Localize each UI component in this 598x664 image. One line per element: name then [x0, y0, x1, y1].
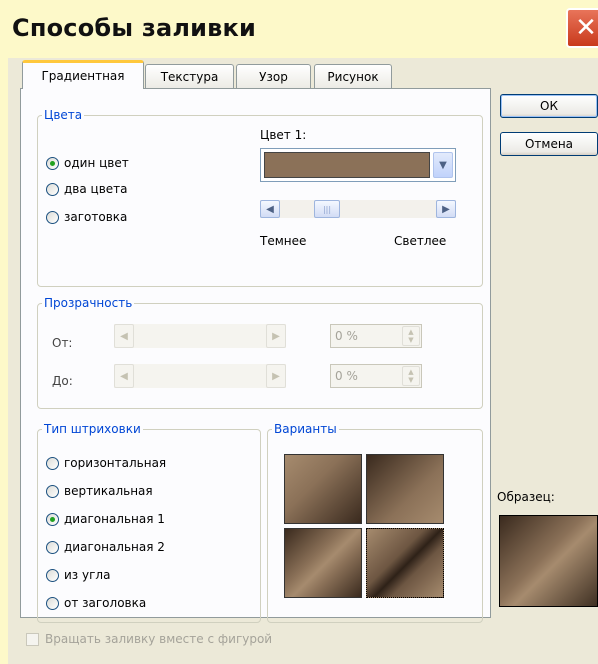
- radio-diagonal-down[interactable]: диагональная 2: [46, 540, 165, 554]
- radio-preset[interactable]: заготовка: [46, 210, 127, 224]
- radio-one-color[interactable]: один цвет: [46, 156, 129, 170]
- spin-arrows-icon: ▲ ▼: [402, 366, 420, 386]
- tab-pattern[interactable]: Узор: [236, 64, 311, 88]
- chevron-left-icon: ◀: [114, 324, 134, 348]
- color1-swatch: [264, 152, 430, 178]
- close-button[interactable]: ✕: [566, 8, 598, 48]
- from-slider: ◀ ▶: [114, 324, 286, 348]
- fill-effects-dialog: Градиентная Текстура Узор Рисунок Цвета …: [8, 58, 598, 664]
- shading-styles-group: Тип штриховки горизонтальная вертикальна…: [37, 421, 261, 623]
- radio-label: из угла: [64, 568, 111, 582]
- radio-button[interactable]: [46, 156, 59, 170]
- color1-label: Цвет 1:: [260, 128, 307, 142]
- radio-label: заготовка: [64, 210, 128, 224]
- chevron-left-icon: ◀: [114, 364, 134, 388]
- radio-button[interactable]: [46, 596, 59, 610]
- transparency-group-title: Прозрачность: [42, 295, 135, 311]
- tab-gradient[interactable]: Градиентная: [22, 60, 144, 89]
- window-title: Способы заливки: [12, 14, 257, 42]
- radio-label: два цвета: [64, 182, 128, 196]
- colors-group-title: Цвета: [42, 107, 85, 123]
- variants-group-title: Варианты: [272, 421, 339, 437]
- from-value: 0 %: [335, 329, 358, 343]
- transparency-group: Прозрачность От: ◀ ▶ 0 % ▲ ▼ До: ◀ ▶ 0 % …: [37, 295, 483, 409]
- from-spinner: 0 % ▲ ▼: [330, 324, 422, 348]
- rotate-fill-checkbox: Вращать заливку вместе с фигурой: [26, 632, 272, 646]
- variant-tile-1[interactable]: [284, 454, 362, 524]
- radio-label: диагональная 1: [64, 512, 165, 526]
- sample-label: Образец:: [497, 490, 555, 504]
- darker-label: Темнее: [260, 234, 307, 248]
- chevron-left-icon[interactable]: ◀: [260, 200, 280, 218]
- slider-thumb[interactable]: |||: [314, 200, 340, 218]
- radio-label: от заголовка: [64, 596, 147, 610]
- radio-vertical[interactable]: вертикальная: [46, 484, 153, 498]
- radio-button[interactable]: [46, 210, 59, 224]
- sample-preview: [499, 515, 598, 607]
- radio-button[interactable]: [46, 182, 59, 196]
- radio-button[interactable]: [46, 456, 59, 470]
- radio-label: один цвет: [64, 156, 129, 170]
- to-label: До:: [52, 374, 73, 388]
- close-icon: ✕: [575, 13, 597, 43]
- radio-diagonal-up[interactable]: диагональная 1: [46, 512, 165, 526]
- tab-label: Текстура: [160, 69, 219, 84]
- chevron-right-icon: ▶: [266, 364, 286, 388]
- from-label: От:: [52, 336, 73, 350]
- to-slider: ◀ ▶: [114, 364, 286, 388]
- shading-group-title: Тип штриховки: [42, 421, 143, 437]
- tab-label: Градиентная: [41, 69, 125, 83]
- radio-label: горизонтальная: [64, 456, 167, 470]
- radio-horizontal[interactable]: горизонтальная: [46, 456, 166, 470]
- radio-label: вертикальная: [64, 484, 153, 498]
- variants-group: Варианты: [267, 421, 483, 623]
- tab-panel: Цвета один цвет два цвета заготовка Цвет…: [20, 88, 491, 623]
- radio-button[interactable]: [46, 512, 59, 526]
- cancel-button[interactable]: Отмена: [500, 132, 598, 156]
- tab-label: Рисунок: [327, 69, 379, 84]
- chevron-right-icon[interactable]: ▶: [436, 200, 456, 218]
- radio-button[interactable]: [46, 540, 59, 554]
- chevron-right-icon: ▶: [266, 324, 286, 348]
- radio-from-corner[interactable]: из угла: [46, 568, 110, 582]
- chevron-down-icon[interactable]: ▼: [433, 152, 453, 178]
- title-bar: Способы заливки ✕: [0, 0, 598, 58]
- radio-button[interactable]: [46, 568, 59, 582]
- color1-select[interactable]: ▼: [260, 148, 456, 182]
- lighter-label: Светлее: [394, 234, 447, 248]
- rotate-fill-label: Вращать заливку вместе с фигурой: [45, 632, 273, 646]
- variant-tile-3[interactable]: [284, 528, 362, 598]
- tab-label: Узор: [259, 69, 288, 84]
- spin-arrows-icon: ▲ ▼: [402, 326, 420, 346]
- radio-button[interactable]: [46, 484, 59, 498]
- variant-tile-4[interactable]: [365, 527, 445, 599]
- radio-two-colors[interactable]: два цвета: [46, 182, 128, 196]
- to-spinner: 0 % ▲ ▼: [330, 364, 422, 388]
- variant-tile-2[interactable]: [366, 454, 444, 524]
- checkbox: [26, 632, 39, 646]
- shade-slider[interactable]: ◀ ||| ▶: [260, 200, 456, 218]
- to-value: 0 %: [335, 369, 358, 383]
- radio-label: диагональная 2: [64, 540, 165, 554]
- tab-picture[interactable]: Рисунок: [314, 64, 392, 88]
- ok-button[interactable]: ОК: [500, 94, 598, 118]
- tab-texture[interactable]: Текстура: [145, 64, 234, 88]
- colors-group: Цвета один цвет два цвета заготовка Цвет…: [37, 107, 483, 287]
- radio-from-title[interactable]: от заголовка: [46, 596, 146, 610]
